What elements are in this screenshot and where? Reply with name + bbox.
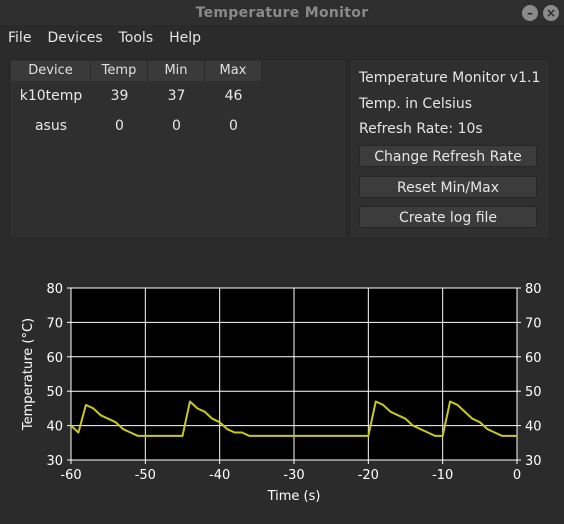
y-tick-label-left: 60 <box>46 351 63 366</box>
cell-max: 46 <box>224 88 243 104</box>
temperature-chart: -60 -50 -40 -30 -20 -10 0 30 30 40 40 50 50 60 60 70 70 8… <box>9 264 555 514</box>
y-tick-label-right: 80 <box>525 282 542 297</box>
column-header-max[interactable]: Max <box>205 61 262 81</box>
y-tick-label-right: 70 <box>525 316 542 331</box>
change-refresh-rate-button[interactable]: Change Refresh Rate <box>359 145 537 167</box>
y-tick-label-right: 60 <box>525 351 542 366</box>
reset-min-max-button[interactable]: Reset Min/Max <box>359 176 537 198</box>
x-tick-label: -10 <box>432 468 453 483</box>
x-axis-label: Time (s) <box>267 489 321 504</box>
y-axis-label: Temperature (°C) <box>21 318 36 431</box>
device-table: Device Temp Min Max k10temp 39 37 46 asu… <box>9 59 347 239</box>
cell-min: 37 <box>167 88 186 104</box>
y-tick-label-right: 40 <box>525 420 542 435</box>
menu-tools[interactable]: Tools <box>111 25 162 51</box>
y-tick-label-left: 80 <box>46 282 63 297</box>
x-tick-label: -50 <box>135 468 156 483</box>
x-tick-label: -60 <box>60 468 81 483</box>
window-title: Temperature Monitor <box>195 4 369 21</box>
create-log-file-button[interactable]: Create log file <box>359 206 537 228</box>
x-tick-label: 0 <box>513 468 521 483</box>
y-tick-label-right: 30 <box>525 454 542 469</box>
cell-max: 0 <box>229 118 238 134</box>
menu-file[interactable]: File <box>0 25 39 51</box>
refresh-rate-label: Refresh Rate: 10s <box>359 121 483 137</box>
x-tick-label: -20 <box>358 468 379 483</box>
menu-help[interactable]: Help <box>161 25 209 51</box>
units-label: Temp. in Celsius <box>359 96 473 112</box>
cell-device: k10temp <box>19 88 83 104</box>
table-header: Device Temp Min Max <box>11 61 262 81</box>
close-icon[interactable]: × <box>543 5 559 21</box>
cell-device: asus <box>34 118 68 134</box>
minimize-icon[interactable]: – <box>522 5 538 21</box>
temperature-chart-svg: -60 -50 -40 -30 -20 -10 0 30 30 40 40 50 50 60 60 70 70 8… <box>21 282 542 504</box>
cell-temp: 0 <box>115 118 124 134</box>
title-bar: Temperature Monitor – × <box>0 0 564 25</box>
info-panel: Temperature Monitor v1.1 Temp. in Celsiu… <box>349 59 550 239</box>
y-tick-label-left: 50 <box>46 385 63 400</box>
version-label: Temperature Monitor v1.1 <box>359 70 541 86</box>
column-header-device[interactable]: Device <box>11 61 91 81</box>
x-tick-label: -40 <box>209 468 230 483</box>
table-row[interactable]: asus 0 0 0 <box>11 111 262 141</box>
column-header-temp[interactable]: Temp <box>91 61 148 81</box>
menu-devices[interactable]: Devices <box>39 25 110 51</box>
y-tick-label-right: 50 <box>525 385 542 400</box>
cell-min: 0 <box>172 118 181 134</box>
y-tick-label-left: 40 <box>46 420 63 435</box>
y-tick-label-left: 70 <box>46 316 63 331</box>
cell-temp: 39 <box>110 88 129 104</box>
table-row[interactable]: k10temp 39 37 46 <box>11 81 262 111</box>
y-tick-label-left: 30 <box>46 454 63 469</box>
column-header-min[interactable]: Min <box>148 61 205 81</box>
menu-bar: File Devices Tools Help <box>0 25 564 51</box>
x-tick-label: -30 <box>283 468 304 483</box>
